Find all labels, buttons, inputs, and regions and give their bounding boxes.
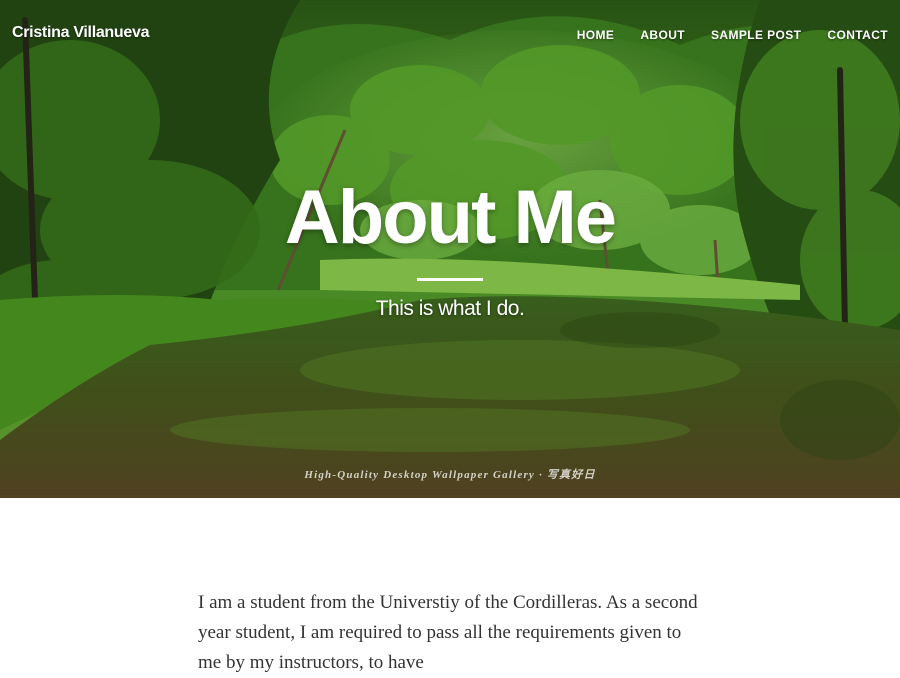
nav-menu: HOME ABOUT SAMPLE POST CONTACT (577, 26, 888, 44)
nav-link-sample-post[interactable]: SAMPLE POST (711, 28, 801, 42)
title-divider (417, 278, 483, 281)
nav-link-contact[interactable]: CONTACT (827, 28, 888, 42)
nav-link-home[interactable]: HOME (577, 28, 615, 42)
nav-item-sample-post: SAMPLE POST (711, 26, 801, 44)
page-title: About Me (284, 175, 617, 260)
hero-header: Cristina Villanueva HOME ABOUT SAMPLE PO… (0, 0, 900, 498)
page-subheading: This is what I do. (375, 297, 525, 320)
nav-item-about: ABOUT (640, 26, 685, 44)
main-content: I am a student from the Universtiy of th… (198, 588, 703, 678)
about-paragraph: I am a student from the Universtiy of th… (198, 592, 698, 673)
nav-link-about[interactable]: ABOUT (640, 28, 685, 42)
page-heading: About Me This is what I do. (0, 172, 900, 321)
image-watermark: High-Quality Desktop Wallpaper Gallery ·… (304, 469, 596, 481)
site-brand-link[interactable]: Cristina Villanueva (12, 24, 149, 42)
navbar: Cristina Villanueva HOME ABOUT SAMPLE PO… (0, 0, 900, 68)
nav-item-home: HOME (577, 26, 615, 44)
nav-item-contact: CONTACT (827, 26, 888, 44)
